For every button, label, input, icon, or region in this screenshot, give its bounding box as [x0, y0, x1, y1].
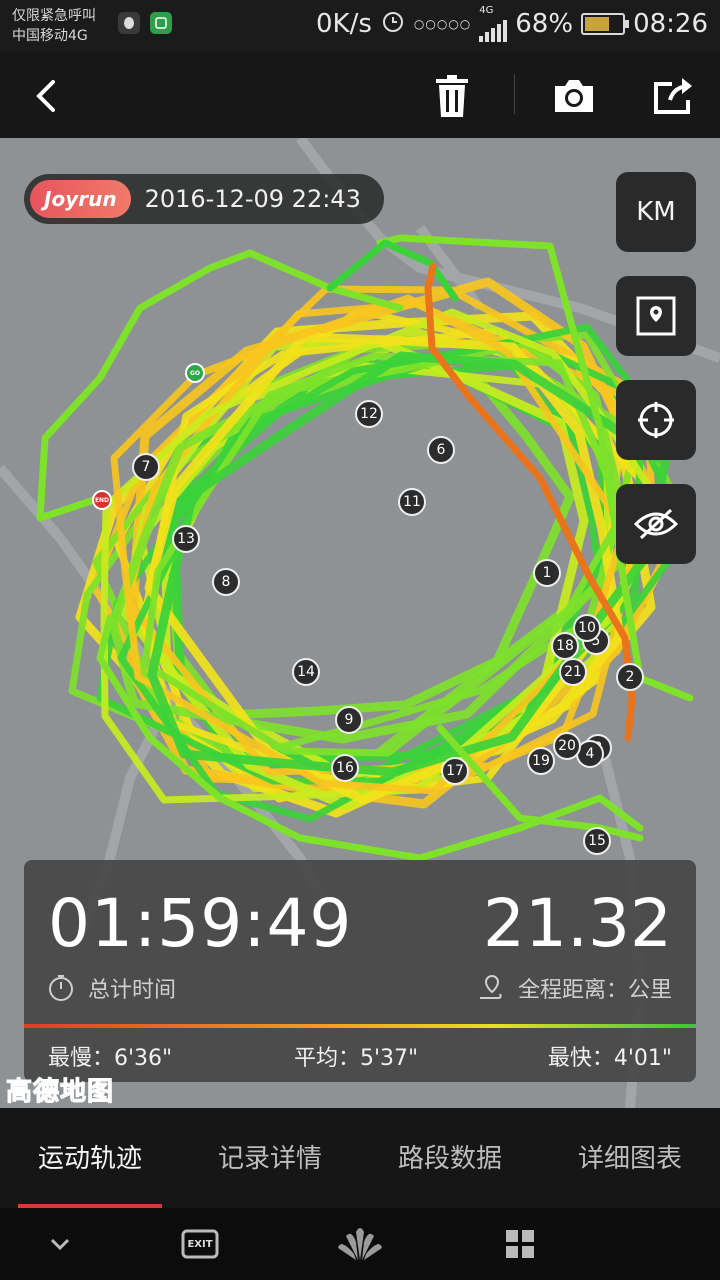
km-marker: 16	[331, 754, 359, 782]
unit-button[interactable]: KM	[616, 172, 696, 252]
apps-icon	[506, 1230, 534, 1258]
stopwatch-icon	[49, 975, 73, 1001]
network-type: 4G	[479, 5, 494, 16]
tab-bar: 运动轨迹 记录详情 路段数据 详细图表	[0, 1108, 720, 1208]
km-marker: 19	[527, 747, 555, 775]
apps-button[interactable]	[496, 1222, 544, 1266]
carrier-line1: 仅限紧急呼叫	[12, 8, 96, 24]
route-map[interactable]: Joyrun 2016-12-09 22:43 KM GO END 123456…	[0, 138, 720, 1108]
slowest-label: 最慢：	[48, 1046, 115, 1071]
top-toolbar	[0, 52, 720, 138]
qq-icon	[118, 12, 140, 34]
locate-icon	[638, 402, 674, 438]
average-pace: 平均：5'37"	[294, 1040, 418, 1072]
amap-logo: 高德地图	[5, 1077, 115, 1108]
km-marker: 14	[292, 658, 320, 686]
home-button[interactable]	[336, 1222, 384, 1266]
slowest-value: 6'36"	[114, 1046, 173, 1071]
wechat-icon	[150, 12, 172, 34]
average-label: 平均：	[294, 1046, 361, 1071]
delete-button[interactable]	[426, 70, 478, 122]
km-marker: 8	[212, 568, 240, 596]
pace-gradient-bar	[24, 1024, 696, 1028]
back-button[interactable]	[20, 70, 72, 122]
battery-icon	[581, 13, 630, 35]
km-marker: 20	[553, 732, 581, 760]
start-pin: GO	[185, 363, 205, 383]
km-marker: 2	[616, 663, 644, 691]
tab-details[interactable]: 记录详情	[180, 1138, 360, 1175]
share-button[interactable]	[648, 70, 700, 122]
chevron-down-icon	[50, 1238, 70, 1251]
distance-icon	[479, 974, 502, 999]
km-marker: 17	[441, 757, 469, 785]
km-marker: 18	[551, 632, 579, 660]
km-marker: 1	[533, 559, 561, 587]
km-marker: 12	[355, 400, 383, 428]
hide-markers-button[interactable]	[616, 484, 696, 564]
huawei-logo-icon	[338, 1228, 382, 1260]
toolbar-divider	[514, 74, 515, 114]
run-datetime: 2016-12-09 22:43	[144, 185, 361, 213]
net-speed: 0K/s	[316, 9, 372, 39]
slowest-pace: 最慢：6'36"	[48, 1040, 172, 1072]
map-layer-icon	[636, 296, 676, 336]
exit-button[interactable]: EXIT	[176, 1222, 224, 1266]
total-time: 01:59:49	[48, 885, 353, 962]
fastest-label: 最快：	[547, 1046, 614, 1071]
tab-segments[interactable]: 路段数据	[360, 1138, 540, 1175]
km-marker: 11	[398, 488, 426, 516]
alarm-icon	[380, 8, 406, 41]
end-pin: END	[92, 490, 112, 510]
km-marker: 6	[427, 436, 455, 464]
stats-panel: 01:59:49 21.32 总计时间 全程距离：公里 最慢：6'36" 平均：…	[24, 860, 696, 1082]
locate-button[interactable]	[616, 380, 696, 460]
hide-icon	[633, 508, 679, 540]
back-icon	[36, 80, 55, 112]
trash-icon	[436, 75, 468, 117]
exit-label: EXIT	[187, 1238, 213, 1250]
km-marker: 9	[335, 706, 363, 734]
carrier-line2: 中国移动4G	[12, 28, 88, 44]
screenshot-button[interactable]	[548, 70, 600, 122]
total-distance: 21.32	[483, 885, 672, 962]
distance-label: 全程距离：公里	[517, 978, 672, 1003]
fastest-pace: 最快：4'01"	[548, 1040, 672, 1072]
dots-icon: ○○○○○	[413, 17, 472, 31]
total-time-label: 总计时间	[88, 978, 177, 1003]
map-layer-button[interactable]	[616, 276, 696, 356]
joyrun-logo: Joyrun	[30, 180, 131, 218]
carrier-info: 仅限紧急呼叫 中国移动4G	[12, 6, 96, 46]
average-value: 5'37"	[360, 1046, 419, 1071]
tab-route[interactable]: 运动轨迹	[0, 1138, 180, 1175]
km-marker: 21	[559, 658, 587, 686]
km-marker: 13	[172, 525, 200, 553]
system-nav-bar: EXIT	[0, 1208, 720, 1280]
clock: 08:26	[633, 9, 708, 39]
km-marker: 7	[132, 453, 160, 481]
km-marker: 15	[583, 827, 611, 855]
status-bar: 仅限紧急呼叫 中国移动4G 0K/s ○○○○○ 4G 68% 08:26	[0, 0, 720, 52]
fastest-value: 4'01"	[613, 1046, 672, 1071]
signal-icon	[479, 16, 508, 42]
battery-percent: 68%	[515, 9, 574, 39]
km-marker: 10	[573, 614, 601, 642]
tab-charts[interactable]: 详细图表	[540, 1138, 720, 1175]
run-info-chip: Joyrun 2016-12-09 22:43	[24, 174, 384, 224]
share-icon	[654, 78, 692, 114]
collapse-button[interactable]	[36, 1222, 84, 1266]
camera-icon	[555, 80, 593, 112]
